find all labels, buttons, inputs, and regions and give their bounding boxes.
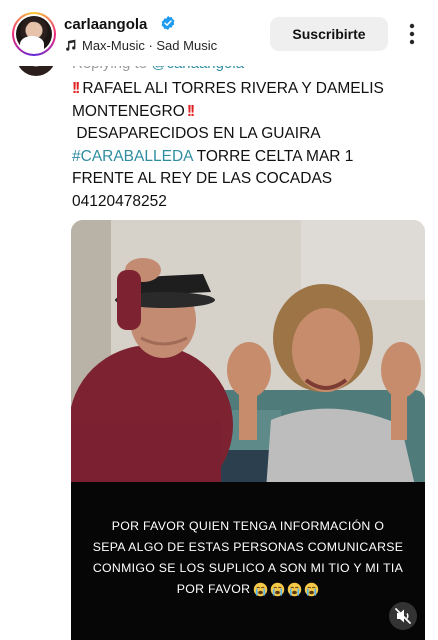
loudly-crying-face-icon (271, 583, 285, 597)
music-note-icon (66, 39, 76, 51)
verified-badge-icon (161, 16, 175, 30)
loudly-crying-face-icon (288, 583, 302, 597)
loudly-crying-face-icon (254, 583, 268, 597)
hashtag-link[interactable]: #CARABALLEDA (72, 148, 193, 165)
alert-icon: !! (72, 80, 80, 97)
post-header: carlaangola Max-Music · Sad Music Suscri… (0, 0, 438, 66)
audio-label: Max-Music · Sad Music (82, 38, 218, 53)
caption-line-phone: 04120478252 (72, 192, 167, 210)
photo-overlay-text: POR FAVOR QUIEN TENGA INFORMACIÓN O SEPA… (71, 516, 425, 600)
more-options-icon[interactable] (406, 22, 418, 46)
caption-line-names-2: MONTENEGRO!! (72, 101, 424, 124)
alert-icon: !! (186, 102, 195, 120)
caption-line-status: DESAPARECIDOS EN LA GUAIRA (72, 123, 424, 146)
missing-names-cont: MONTENEGRO (72, 102, 185, 120)
profile-avatar[interactable] (12, 12, 56, 56)
caption-line-landmark: FRENTE AL REY DE LAS COCADAS (72, 170, 333, 187)
subscribe-button[interactable]: Suscribirte (270, 17, 388, 51)
missing-names: RAFAEL ALI TORRES RIVERA Y DAMELIS (82, 80, 384, 97)
username[interactable]: carlaangola (64, 16, 147, 33)
post-image[interactable]: POR FAVOR QUIEN TENGA INFORMACIÓN O SEPA… (71, 220, 425, 640)
loudly-crying-face-icon (305, 583, 319, 597)
overlay-line: POR FAVOR (176, 582, 251, 596)
caption-line-location: #CARABALLEDA TORRE CELTA MAR 1 (72, 146, 424, 169)
overlay-line-last: POR FAVOR (71, 579, 425, 600)
avatar-image (14, 14, 54, 54)
overlay-line: POR FAVOR QUIEN TENGA INFORMACIÓN O (111, 519, 385, 533)
caption-line-names: !! RAFAEL ALI TORRES RIVERA Y DAMELIS (72, 78, 424, 101)
mute-button[interactable] (389, 602, 417, 630)
location-text: TORRE CELTA MAR 1 (192, 147, 354, 165)
status-text: DESAPARECIDOS EN LA GUAIRA (76, 125, 321, 142)
overlay-line: CONMIGO SE LOS SUPLICO A SON MI TIO Y MI… (92, 561, 404, 575)
overlay-line: SEPA ALGO DE ESTAS PERSONAS COMUNICARSE (92, 540, 404, 554)
audio-track-link[interactable]: Max-Music · Sad Music (64, 38, 217, 53)
muted-speaker-icon (395, 608, 411, 624)
crying-emoji-row (253, 582, 319, 597)
post-caption: !! RAFAEL ALI TORRES RIVERA Y DAMELIS MON… (72, 78, 424, 213)
